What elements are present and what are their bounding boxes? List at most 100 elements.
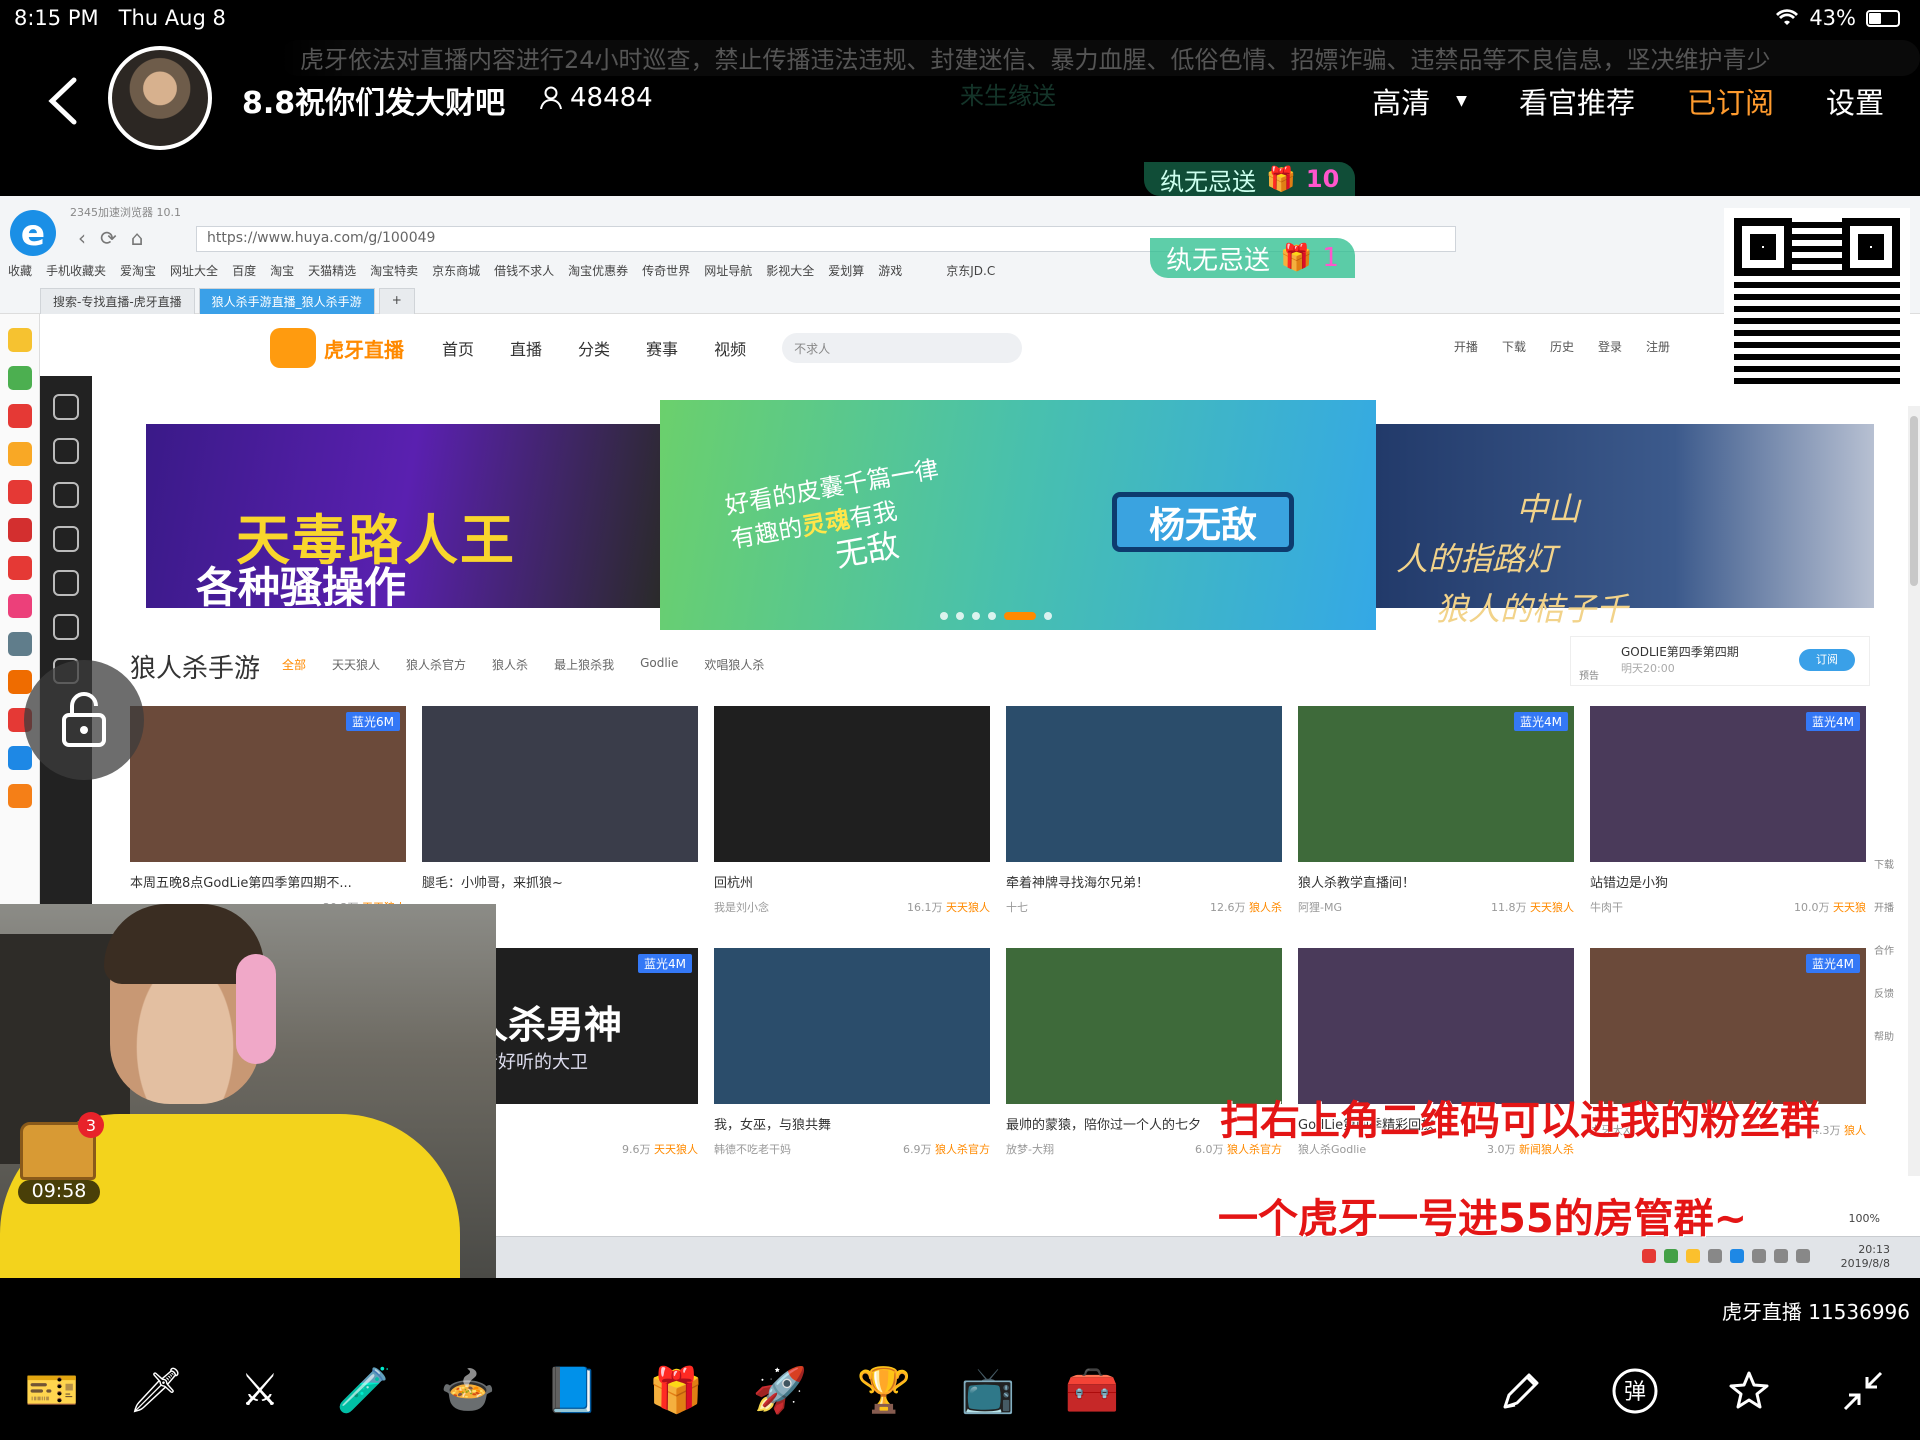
stream-title: 狼人杀教学直播间！ bbox=[1298, 876, 1416, 891]
sword-icon[interactable]: 🗡 bbox=[122, 1356, 190, 1424]
stream-meta: 牛肉干 10.0万 天天狼 bbox=[1590, 899, 1866, 915]
page-scrollbar bbox=[1908, 406, 1920, 1176]
stream-stats: 11.8万 天天狼人 bbox=[1491, 899, 1574, 915]
browser-tabs: 搜索-专找直播-虎牙直播 狼人杀手游直播_狼人杀手游 + bbox=[40, 288, 415, 314]
banner-right-line2: 狼人的桔子千 bbox=[1436, 590, 1629, 628]
huya-action: 下载 bbox=[1501, 340, 1526, 354]
quality-label: 高清 bbox=[1372, 86, 1431, 120]
gift-box-icon[interactable]: 🎁 bbox=[642, 1356, 710, 1424]
battery-fill bbox=[1869, 12, 1882, 24]
refresh-icon: ⟳ bbox=[100, 226, 117, 250]
treasure-chest-button[interactable]: 3 09:58 bbox=[14, 1112, 104, 1204]
room-watermark: 虎牙直播 11536996 bbox=[1721, 1300, 1910, 1324]
gift-notice: 纨无忌送 🎁 10 bbox=[1144, 162, 1356, 196]
viewer-count: 48484 bbox=[540, 83, 653, 113]
new-tab-icon: + bbox=[378, 288, 415, 314]
system-tray bbox=[1642, 1249, 1810, 1263]
category-label: 狼人杀官方 bbox=[935, 1143, 990, 1156]
quality-selector[interactable]: 高清 ▼ bbox=[1372, 80, 1467, 122]
book-icon[interactable]: 📘 bbox=[538, 1356, 606, 1424]
browser-chrome: e 2345加速浏览器 10.1 ‹ ⟳ ⌂ https://www.huya.… bbox=[0, 196, 1920, 314]
banner-right: 中山 人的指路灯 狼人的桔子千 bbox=[1376, 424, 1874, 628]
recommend-button[interactable]: 看官推荐 bbox=[1519, 80, 1635, 122]
tv-robot-icon[interactable]: 📺 bbox=[954, 1356, 1022, 1424]
trophy-icon[interactable]: 🏆 bbox=[850, 1356, 918, 1424]
game-icon bbox=[53, 570, 79, 596]
star-icon bbox=[7, 328, 32, 352]
back-button[interactable] bbox=[44, 76, 84, 126]
subscribed-button[interactable]: 已订阅 bbox=[1687, 80, 1774, 122]
app-icon bbox=[7, 480, 32, 504]
viewer-count-value: 48484 bbox=[570, 83, 653, 113]
star-icon-svg bbox=[1729, 1371, 1769, 1409]
scrollbar-thumb bbox=[1910, 416, 1918, 586]
huya-actions: 开播 下载 历史 登录 注册 bbox=[1454, 338, 1670, 355]
fan-card-icon[interactable]: 🎫 bbox=[18, 1356, 86, 1424]
huya-logo-icon bbox=[270, 328, 316, 368]
carousel-dot bbox=[1044, 612, 1052, 620]
stream-meta: 我是刘小念 16.1万 天天狼人 bbox=[714, 899, 990, 915]
bookmark-item: 游戏 bbox=[878, 264, 903, 278]
viewer-count: 9.6万 bbox=[622, 1143, 651, 1156]
bottom-bar: 🎫 🗡 ⚔ 🧪 🍲 📘 🎁 🚀 🏆 📺 🧰 弹 bbox=[0, 1340, 1920, 1440]
bookmark-item: 淘宝 bbox=[270, 264, 295, 278]
category-label: 天天狼 bbox=[1833, 901, 1866, 914]
quality-badge: 蓝光4M bbox=[1806, 712, 1860, 731]
date: Thu Aug 8 bbox=[118, 6, 226, 30]
stream-thumbnail: 蓝光4M bbox=[1590, 948, 1866, 1104]
settings-button[interactable]: 设置 bbox=[1826, 80, 1884, 122]
bookmark-item: 影视大全 bbox=[766, 264, 815, 278]
tray-icon bbox=[1752, 1249, 1766, 1263]
carousel-dots bbox=[940, 612, 1052, 620]
streamer-name: 韩德不吃老干妈 bbox=[714, 1143, 791, 1156]
category-label: 天天狼人 bbox=[1530, 901, 1574, 914]
huya-search: 不求人 bbox=[782, 333, 1023, 363]
overlay-text-group: 一个虎牙一号进55的房管群~ bbox=[1218, 1196, 1748, 1242]
stream-thumbnail: 蓝光6M bbox=[130, 706, 406, 862]
bookmark-item: 收藏 bbox=[8, 264, 33, 278]
screen-lock-button[interactable] bbox=[24, 660, 144, 780]
streamer-avatar[interactable] bbox=[108, 46, 212, 150]
taskbar-clock: 20:13 2019/8/8 bbox=[1841, 1243, 1890, 1271]
schedule-notice: GODLIE第四季第四期 明天20:00 预告 订阅 bbox=[1570, 636, 1870, 686]
stream-gift-notice: 纨无忌送 🎁 1 bbox=[1150, 238, 1355, 278]
bookmark-item: 天猫精选 bbox=[308, 264, 357, 278]
volume-icon bbox=[1796, 1249, 1810, 1263]
quality-badge: 蓝光4M bbox=[1514, 712, 1568, 731]
tray-icon bbox=[1686, 1249, 1700, 1263]
pencil-icon[interactable] bbox=[1494, 1364, 1548, 1418]
side-tool: 反馈 bbox=[1874, 989, 1894, 1000]
tray-icon bbox=[1730, 1249, 1744, 1263]
category-tag: 最上狼杀我 bbox=[554, 658, 615, 672]
banner-streamer-name: 杨无敌 bbox=[1112, 492, 1294, 552]
lightsaber-icon[interactable]: ⚔ bbox=[226, 1356, 294, 1424]
app-icon bbox=[7, 404, 32, 428]
stream-card: 蓝光6M本周五晚8点GodLie第四季第四期不...20.2万 天天狼人 bbox=[130, 706, 406, 914]
quality-badge: 蓝光4M bbox=[1806, 954, 1860, 973]
taskbar-date: 2019/8/8 bbox=[1840, 1257, 1890, 1270]
stream-thumbnail bbox=[1006, 706, 1282, 862]
category-tag: 狼人杀官方 bbox=[406, 658, 467, 672]
browser-nav: ‹ ⟳ ⌂ bbox=[78, 226, 143, 250]
svg-text:弹: 弹 bbox=[1624, 1380, 1646, 1405]
rocket-icon[interactable]: 🚀 bbox=[746, 1356, 814, 1424]
danmaku-toggle-icon[interactable]: 弹 bbox=[1608, 1364, 1662, 1418]
viewer-count: 16.1万 bbox=[907, 901, 943, 914]
hotpot-icon[interactable]: 🍲 bbox=[434, 1356, 502, 1424]
bookmark-item: 网址大全 bbox=[170, 264, 219, 278]
clock: 8:15 PM bbox=[14, 6, 99, 30]
browser-side-bar bbox=[0, 314, 40, 934]
gift-notice-name: 纨无忌送 bbox=[1160, 167, 1256, 196]
app-icon bbox=[7, 632, 32, 656]
huya-nav-item: 分类 bbox=[578, 340, 611, 359]
app-icon bbox=[7, 442, 32, 466]
effects-star-icon[interactable] bbox=[1722, 1364, 1776, 1418]
person-icon bbox=[540, 86, 562, 110]
bookmark-item: 淘宝特卖 bbox=[370, 264, 419, 278]
potion-icon[interactable]: 🧪 bbox=[330, 1356, 398, 1424]
treasure-chest-icon[interactable]: 🧰 bbox=[1058, 1356, 1126, 1424]
pencil-icon-svg bbox=[1503, 1373, 1539, 1409]
exit-fullscreen-icon[interactable] bbox=[1836, 1364, 1890, 1418]
stream-stats: 9.6万 天天狼人 bbox=[622, 1141, 698, 1157]
stream-thumbnail: 蓝光4M bbox=[1590, 706, 1866, 862]
